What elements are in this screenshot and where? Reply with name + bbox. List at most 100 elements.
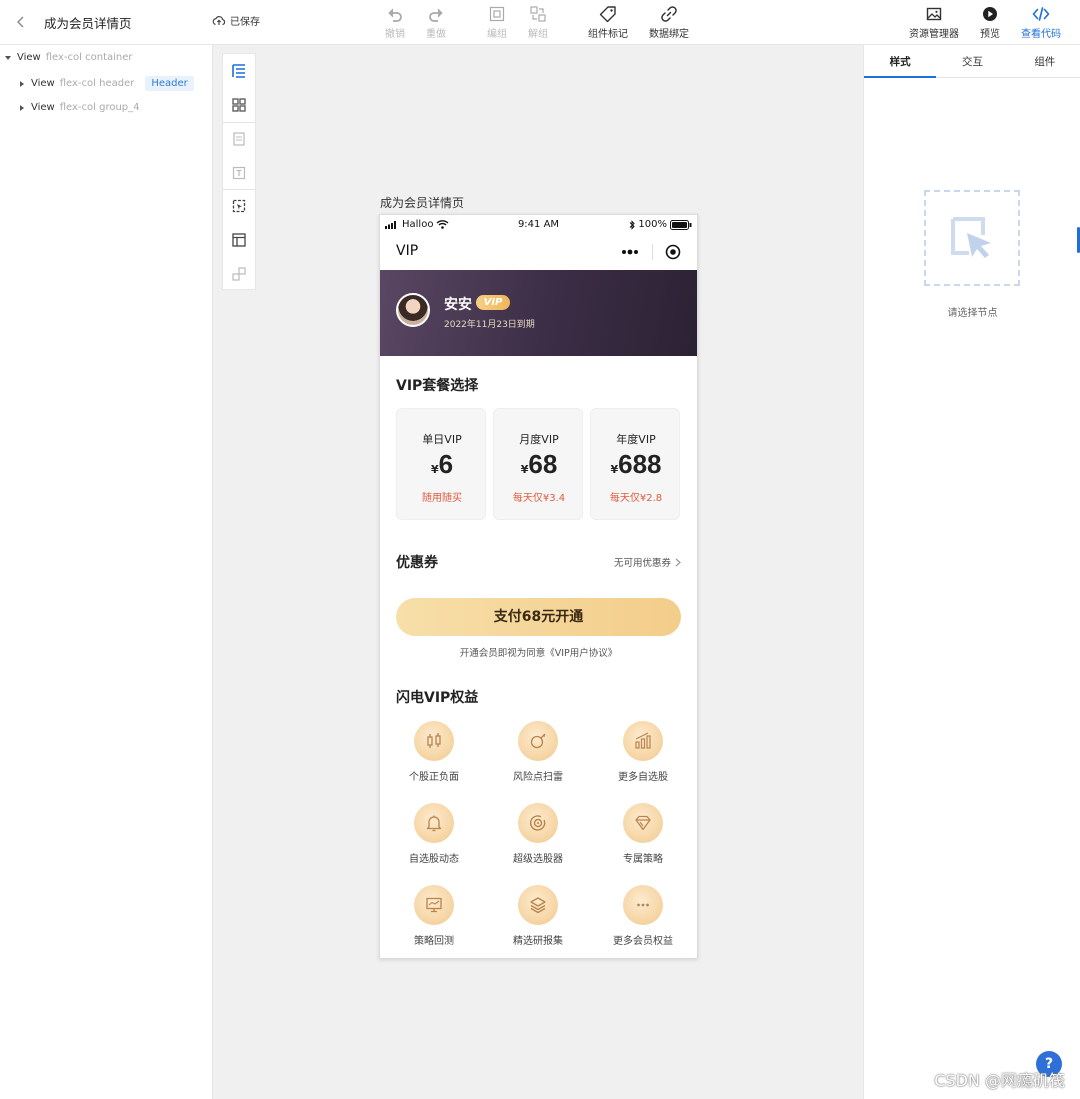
tab-component[interactable]: 组件 xyxy=(1009,45,1080,77)
plan-name: 单日VIP xyxy=(422,433,462,446)
battery-percent: 100% xyxy=(638,219,667,230)
mini-program-navbar: VIP xyxy=(380,235,697,269)
component-tag-button[interactable]: 组件标记 xyxy=(588,5,628,40)
caret-down-icon[interactable] xyxy=(4,54,12,62)
coupon-row[interactable]: 优惠券 无可用优惠券 xyxy=(396,551,681,571)
link-tool-button[interactable] xyxy=(223,257,255,291)
data-binding-label: 数据绑定 xyxy=(649,29,689,40)
back-icon[interactable] xyxy=(12,13,30,31)
document-icon xyxy=(233,132,245,146)
battery-icon xyxy=(670,219,692,230)
link-boxes-icon xyxy=(232,267,246,281)
plan-card-yearly[interactable]: 年度VIP ¥688 每天仅¥2.8 xyxy=(590,408,680,520)
layout-tool-button[interactable] xyxy=(223,223,255,257)
plan-price: ¥6 xyxy=(397,449,487,480)
nav-title: VIP xyxy=(396,243,419,259)
price-value: 68 xyxy=(528,449,558,479)
benefit-item[interactable]: 超级选股器 xyxy=(488,803,588,865)
caret-right-icon[interactable] xyxy=(18,80,26,88)
plan-list: 单日VIP ¥6 随用随买 月度VIP ¥68 每天仅¥3.4 年度VIP ¥6… xyxy=(396,408,681,520)
coupon-label: 优惠券 xyxy=(396,555,438,571)
layer-list-icon xyxy=(232,64,245,78)
layout-icon xyxy=(232,233,246,247)
capsule-menu xyxy=(621,241,681,263)
group-button[interactable]: 编组 xyxy=(487,5,507,40)
benefit-item[interactable]: 精选研报集 xyxy=(488,885,588,947)
pay-button[interactable]: 支付68元开通 xyxy=(396,598,681,636)
benefit-label: 自选股动态 xyxy=(409,854,459,865)
undo-label: 撤销 xyxy=(385,29,405,40)
ungroup-button[interactable]: 解组 xyxy=(528,5,548,40)
benefit-item[interactable]: 个股正负面 xyxy=(384,721,484,783)
cursor-select-icon xyxy=(951,217,991,258)
benefit-label: 超级选股器 xyxy=(513,854,563,865)
tree-row-header[interactable]: View flex-col header Header xyxy=(18,76,194,91)
document-tool-button[interactable] xyxy=(223,122,255,156)
benefit-item[interactable]: 更多会员权益 xyxy=(593,885,693,947)
redo-button[interactable]: 重做 xyxy=(426,5,446,40)
tree-row-container[interactable]: View flex-col container xyxy=(4,52,133,63)
layers-icon xyxy=(530,897,546,914)
target-icon xyxy=(530,815,546,831)
chevron-right-icon xyxy=(675,558,681,566)
benefit-item[interactable]: 更多自选股 xyxy=(593,721,693,783)
candlestick-icon xyxy=(427,733,441,748)
plan-price: ¥688 xyxy=(591,449,681,480)
plan-card-daily[interactable]: 单日VIP ¥6 随用随买 xyxy=(396,408,486,520)
benefit-label: 风险点扫雷 xyxy=(513,772,563,783)
selection-icon xyxy=(232,199,246,213)
property-panel: 样式 交互 组件 请选择节点 xyxy=(863,45,1080,1099)
more-icon xyxy=(637,903,649,907)
layers-tool-button[interactable] xyxy=(223,54,255,88)
benefit-item[interactable]: 策略回测 xyxy=(384,885,484,947)
preview-button[interactable]: 预览 xyxy=(980,5,1000,40)
tool-rail xyxy=(222,53,256,290)
user-banner: 安安 VIP 2022年11月23日到期 xyxy=(380,270,697,356)
diamond-icon xyxy=(635,815,651,831)
close-target-icon[interactable] xyxy=(665,244,681,260)
bell-icon xyxy=(426,815,442,832)
code-icon xyxy=(1032,7,1050,21)
currency-symbol: ¥ xyxy=(610,463,619,476)
tree-node-type: View xyxy=(31,102,55,113)
redo-icon xyxy=(429,8,443,22)
plan-card-monthly[interactable]: 月度VIP ¥68 每天仅¥3.4 xyxy=(493,408,583,520)
watermark: CSDN @网瘾矶筏 xyxy=(934,1071,1065,1090)
benefits-title: 闪电VIP权益 xyxy=(396,690,479,706)
saved-label: 已保存 xyxy=(230,17,260,28)
tab-interaction[interactable]: 交互 xyxy=(936,45,1008,77)
tab-style[interactable]: 样式 xyxy=(864,45,937,78)
tree-row-group[interactable]: View flex-col group_4 xyxy=(18,102,140,113)
text-box-icon xyxy=(232,166,246,180)
benefit-label: 个股正负面 xyxy=(409,772,459,783)
agreement-text[interactable]: 开通会员即视为同意《VIP用户协议》 xyxy=(380,645,697,659)
data-binding-button[interactable]: 数据绑定 xyxy=(649,5,689,40)
more-dots-icon[interactable] xyxy=(621,249,639,255)
select-tool-button[interactable] xyxy=(223,189,255,223)
benefit-item[interactable]: 自选股动态 xyxy=(384,803,484,865)
plan-note: 每天仅¥3.4 xyxy=(512,493,566,504)
group-icon xyxy=(489,6,505,22)
layer-tree: View flex-col container View flex-col he… xyxy=(0,45,213,1099)
canvas-page-label: 成为会员详情页 xyxy=(380,196,465,210)
grid-icon xyxy=(232,98,246,112)
asset-manager-label: 资源管理器 xyxy=(909,29,959,40)
undo-button[interactable]: 撤销 xyxy=(385,5,405,40)
status-bar: Halloo 9:41 AM 100% xyxy=(380,215,697,235)
caret-right-icon[interactable] xyxy=(18,104,26,112)
user-name: 安安 xyxy=(444,297,472,313)
benefit-item[interactable]: 风险点扫雷 xyxy=(488,721,588,783)
vip-badge: VIP xyxy=(476,295,510,310)
view-code-button[interactable]: 查看代码 xyxy=(1021,5,1061,40)
asset-manager-button[interactable]: 资源管理器 xyxy=(909,5,959,40)
view-code-label: 查看代码 xyxy=(1021,29,1061,40)
top-toolbar: 成为会员详情页 已保存 撤销 重做 编组 解组 组件标记 数据绑定 资源管理器 … xyxy=(0,0,1080,45)
text-tool-button[interactable] xyxy=(223,156,255,190)
phone-preview[interactable]: Halloo 9:41 AM 100% VIP 安安 VIP 2022年11月2… xyxy=(379,214,698,959)
save-status: 已保存 xyxy=(212,13,260,28)
benefit-item[interactable]: 专属策略 xyxy=(593,803,693,865)
coupon-value[interactable]: 无可用优惠券 xyxy=(614,555,681,569)
benefit-label: 专属策略 xyxy=(623,854,663,865)
undo-icon xyxy=(388,8,402,22)
components-tool-button[interactable] xyxy=(223,88,255,122)
